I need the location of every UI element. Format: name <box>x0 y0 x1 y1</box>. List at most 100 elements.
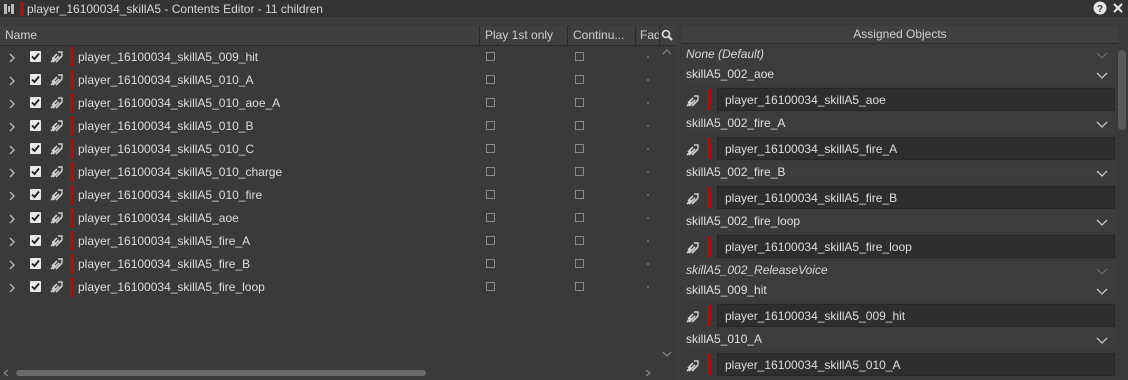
chevron-down-icon[interactable] <box>1096 118 1108 128</box>
play-first-only-checkbox[interactable] <box>486 98 495 107</box>
chevron-down-icon[interactable] <box>1096 285 1108 295</box>
assigned-group-header[interactable]: skillA5_002_fire_A <box>682 113 1116 133</box>
assigned-group-header[interactable]: skillA5_002_fire_loop <box>682 211 1116 231</box>
chevron-down-icon[interactable] <box>1096 216 1108 226</box>
assigned-group-header[interactable]: None (Default) <box>682 44 1116 64</box>
chevron-down-icon[interactable] <box>1096 69 1108 79</box>
continuous-checkbox[interactable] <box>575 121 584 130</box>
column-header-name[interactable]: Name <box>0 26 480 45</box>
chevron-right-icon[interactable] <box>7 52 17 63</box>
table-row[interactable]: player_16100034_skillA5_fire_B <box>0 253 656 276</box>
play-first-only-checkbox[interactable] <box>486 236 495 245</box>
enable-checkbox[interactable] <box>30 166 41 177</box>
assigned-object-item[interactable]: player_16100034_skillA5_fire_loop <box>682 235 1116 259</box>
play-first-only-checkbox[interactable] <box>486 259 495 268</box>
assigned-object-item[interactable]: player_16100034_skillA5_fire_A <box>682 137 1116 161</box>
play-first-only-checkbox[interactable] <box>486 282 495 291</box>
continuous-checkbox[interactable] <box>575 75 584 84</box>
chevron-right-icon[interactable] <box>7 236 17 247</box>
chevron-right-icon[interactable] <box>7 213 17 224</box>
chevron-right-icon[interactable] <box>7 190 17 201</box>
chevron-right-icon[interactable] <box>7 282 17 293</box>
fade-cell[interactable] <box>647 125 649 127</box>
enable-checkbox[interactable] <box>30 143 41 154</box>
continuous-checkbox[interactable] <box>575 259 584 268</box>
play-first-only-checkbox[interactable] <box>486 75 495 84</box>
enable-checkbox[interactable] <box>30 258 41 269</box>
assigned-object-item[interactable]: player_16100034_skillA5_009_hit <box>682 304 1116 328</box>
play-first-only-checkbox[interactable] <box>486 52 495 61</box>
fade-cell[interactable] <box>647 148 649 150</box>
play-first-only-checkbox[interactable] <box>486 121 495 130</box>
search-icon[interactable] <box>661 29 673 41</box>
enable-checkbox[interactable] <box>30 51 41 62</box>
column-header-continuous[interactable]: Continu... <box>568 26 636 45</box>
column-header-fade[interactable]: Fad <box>636 26 660 45</box>
continuous-checkbox[interactable] <box>575 282 584 291</box>
enable-checkbox[interactable] <box>30 120 41 131</box>
chevron-down-icon[interactable] <box>1096 334 1108 344</box>
continuous-checkbox[interactable] <box>575 144 584 153</box>
assigned-group-header[interactable]: skillA5_009_hit <box>682 280 1116 300</box>
fade-cell[interactable] <box>647 286 649 288</box>
enable-checkbox[interactable] <box>30 235 41 246</box>
enable-checkbox[interactable] <box>30 74 41 85</box>
fade-cell[interactable] <box>647 217 649 219</box>
continuous-checkbox[interactable] <box>575 98 584 107</box>
chevron-right-icon[interactable] <box>7 144 17 155</box>
continuous-checkbox[interactable] <box>575 167 584 176</box>
table-row[interactable]: player_16100034_skillA5_010_B <box>0 115 656 138</box>
continuous-checkbox[interactable] <box>575 236 584 245</box>
enable-checkbox[interactable] <box>30 189 41 200</box>
chevron-right-icon[interactable] <box>7 98 17 109</box>
play-first-only-checkbox[interactable] <box>486 213 495 222</box>
chevron-right-icon[interactable] <box>7 75 17 86</box>
assigned-group-header[interactable]: skillA5_002_fire_B <box>682 162 1116 182</box>
assigned-object-item[interactable]: player_16100034_skillA5_010_A <box>682 353 1116 377</box>
help-icon[interactable]: ? <box>1093 1 1107 15</box>
fade-cell[interactable] <box>647 194 649 196</box>
fade-cell[interactable] <box>647 263 649 265</box>
enable-checkbox[interactable] <box>30 281 41 292</box>
table-row[interactable]: player_16100034_skillA5_010_fire <box>0 184 656 207</box>
fade-cell[interactable] <box>647 240 649 242</box>
table-row[interactable]: player_16100034_skillA5_009_hit <box>0 46 656 69</box>
fade-cell[interactable] <box>647 79 649 81</box>
table-row[interactable]: player_16100034_skillA5_fire_loop <box>0 276 656 299</box>
table-row[interactable]: player_16100034_skillA5_010_C <box>0 138 656 161</box>
play-first-only-checkbox[interactable] <box>486 167 495 176</box>
horizontal-scrollbar[interactable] <box>0 366 656 380</box>
horizontal-scroll-thumb[interactable] <box>16 370 426 376</box>
chevron-right-icon[interactable] <box>7 121 17 132</box>
table-row[interactable]: player_16100034_skillA5_fire_A <box>0 230 656 253</box>
table-row[interactable]: player_16100034_skillA5_010_A <box>0 69 656 92</box>
play-first-only-checkbox[interactable] <box>486 144 495 153</box>
table-row[interactable]: player_16100034_skillA5_010_aoe_A <box>0 92 656 115</box>
assigned-object-item[interactable]: player_16100034_skillA5_fire_B <box>682 186 1116 210</box>
chevron-down-icon[interactable] <box>1096 167 1108 177</box>
chevron-right-icon[interactable] <box>7 167 17 178</box>
assigned-object-item[interactable]: player_16100034_skillA5_aoe <box>682 88 1116 112</box>
chevron-down-icon[interactable] <box>1096 49 1108 59</box>
play-first-only-checkbox[interactable] <box>486 190 495 199</box>
assigned-group-header[interactable]: skillA5_002_ReleaseVoice <box>682 260 1116 280</box>
close-icon[interactable] <box>1111 1 1125 15</box>
continuous-checkbox[interactable] <box>575 52 584 61</box>
assigned-group-header[interactable]: skillA5_002_aoe <box>682 64 1116 84</box>
fade-cell[interactable] <box>647 171 649 173</box>
table-row[interactable]: player_16100034_skillA5_010_charge <box>0 161 656 184</box>
enable-checkbox[interactable] <box>30 97 41 108</box>
color-marker <box>707 89 711 110</box>
continuous-checkbox[interactable] <box>575 213 584 222</box>
assigned-objects-scroll-thumb[interactable] <box>1118 50 1126 130</box>
enable-checkbox[interactable] <box>30 212 41 223</box>
table-row[interactable]: player_16100034_skillA5_aoe <box>0 207 656 230</box>
chevron-right-icon[interactable] <box>7 259 17 270</box>
fade-cell[interactable] <box>647 102 649 104</box>
column-header-play-first-only[interactable]: Play 1st only <box>480 26 568 45</box>
vertical-scrollbar[interactable] <box>657 46 676 366</box>
chevron-down-icon[interactable] <box>1096 265 1108 275</box>
fade-cell[interactable] <box>647 56 649 58</box>
assigned-group-header[interactable]: skillA5_010_A <box>682 329 1116 349</box>
continuous-checkbox[interactable] <box>575 190 584 199</box>
